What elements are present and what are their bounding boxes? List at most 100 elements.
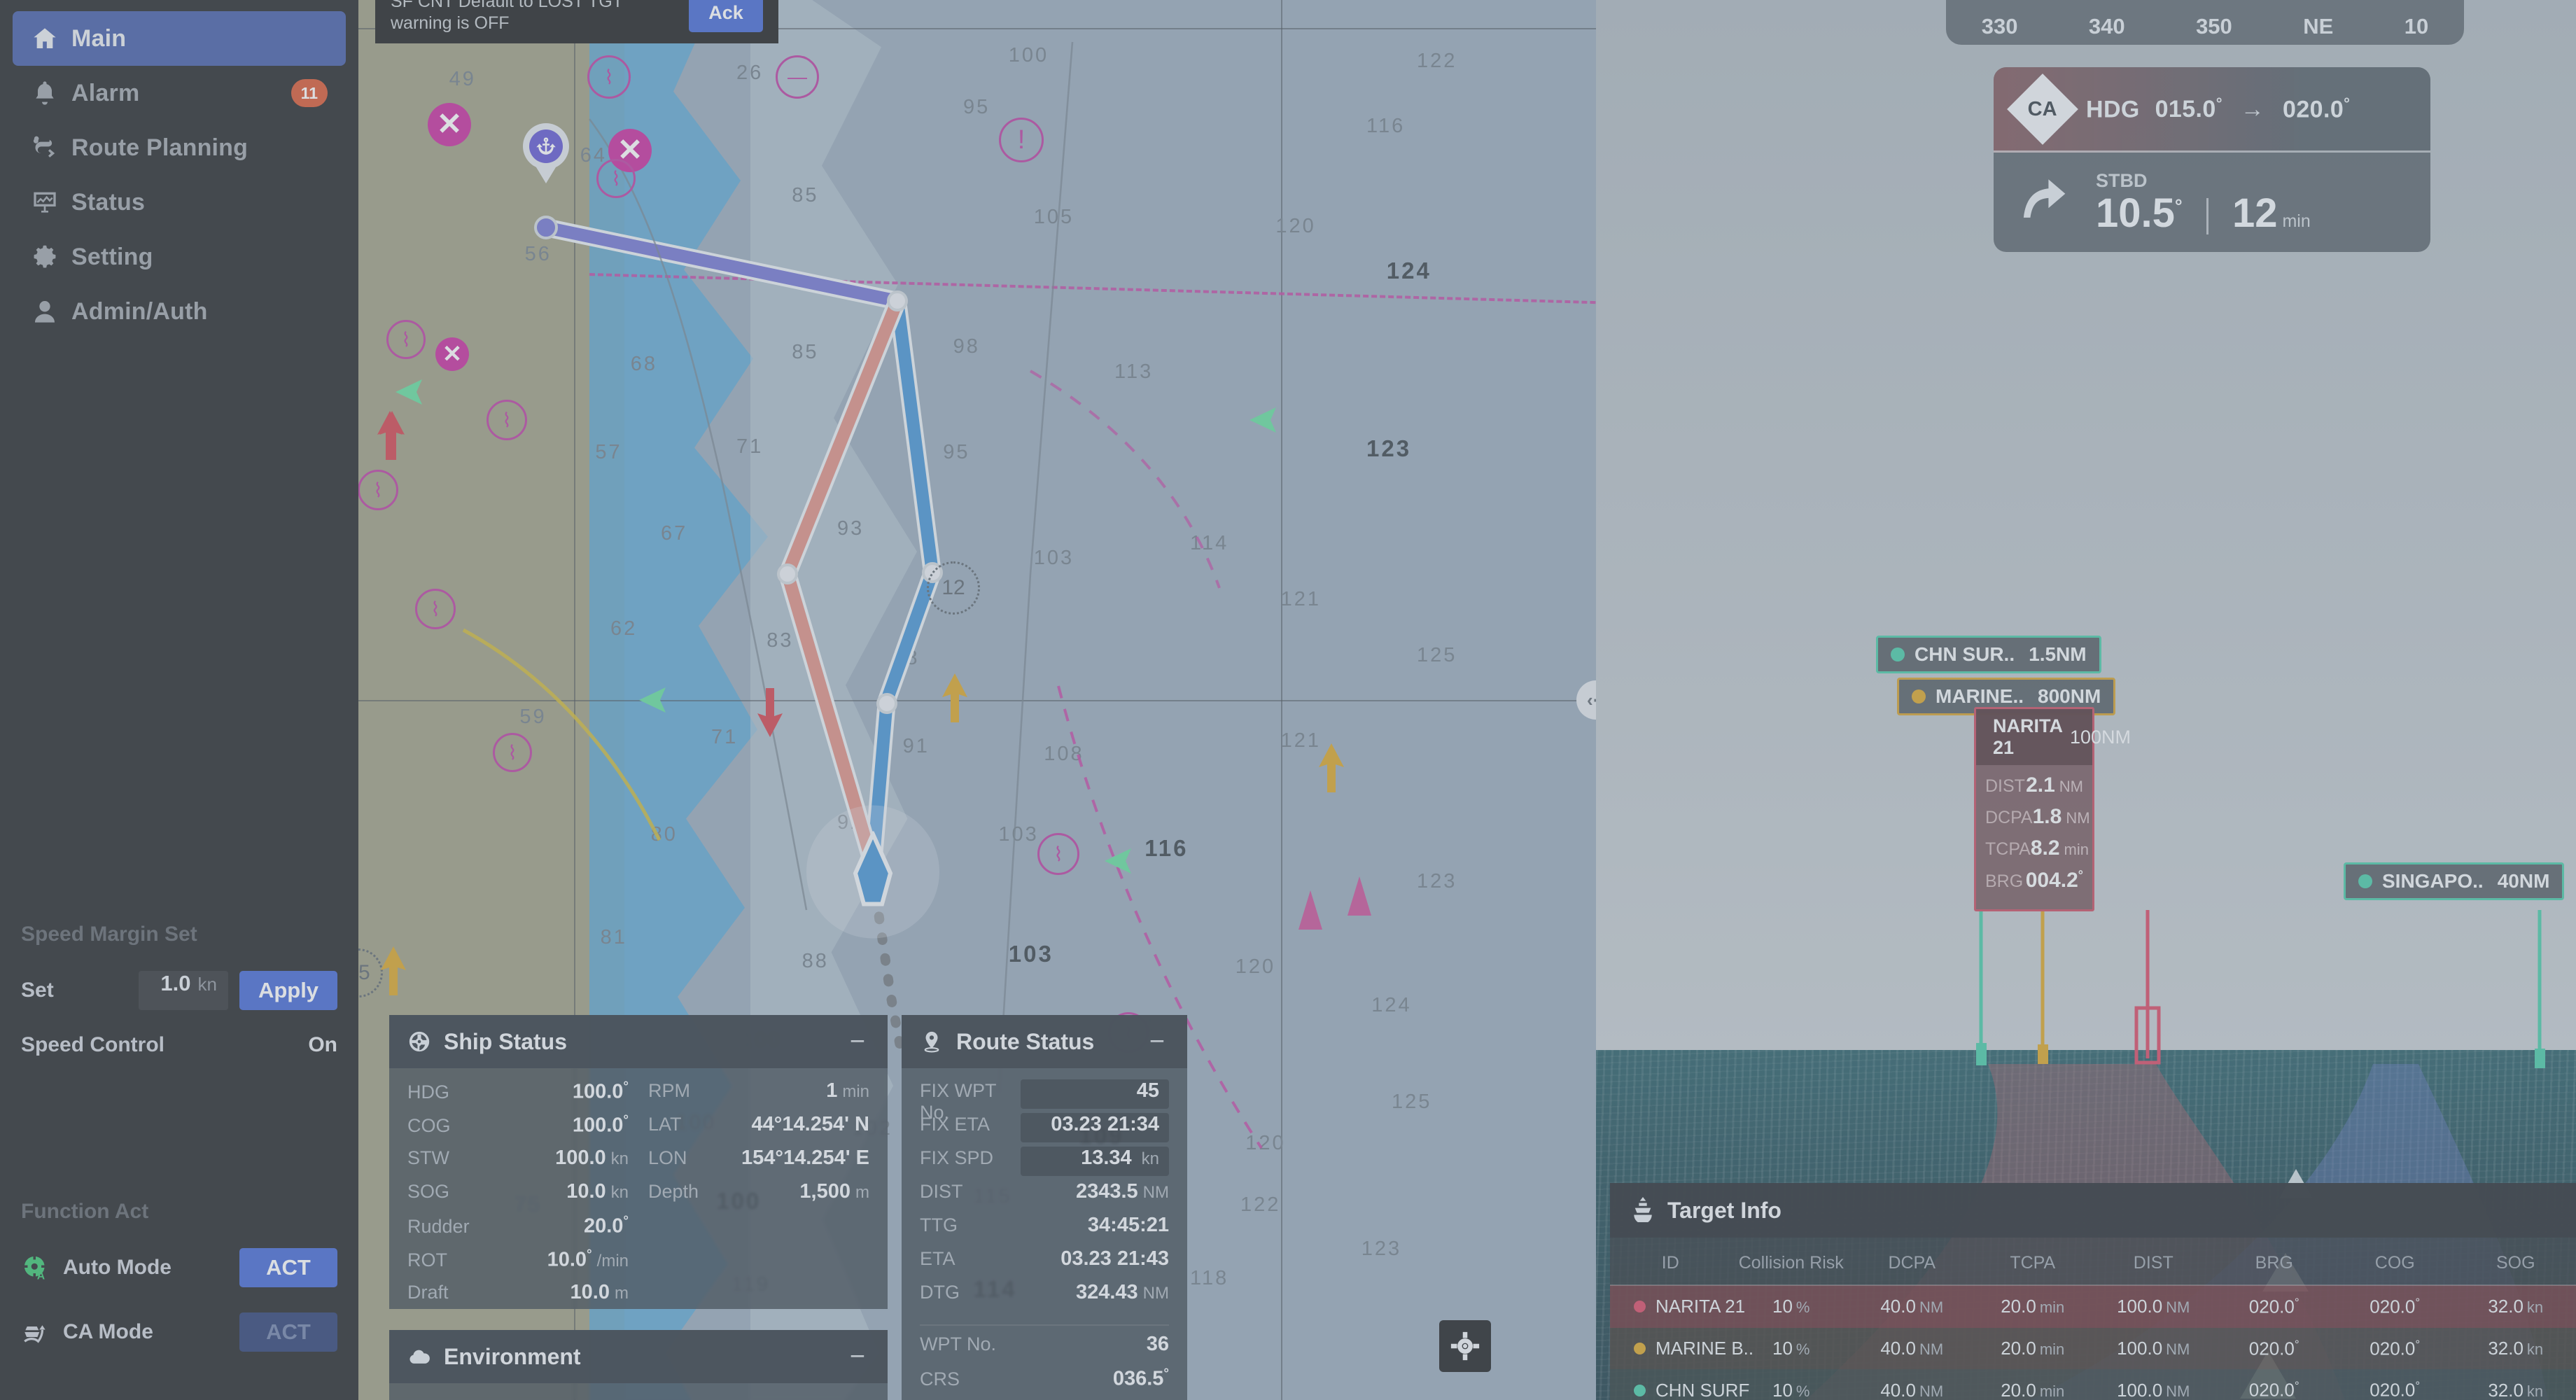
sidebar-item-label: Main [71, 25, 328, 52]
row-value: 8.2 [2031, 836, 2060, 860]
camera-target-chip[interactable]: CHN SUR.. 1.5NM [1876, 636, 2101, 673]
environment-panel[interactable]: Environment − [389, 1330, 888, 1400]
row-value: 36 [1147, 1333, 1169, 1356]
function-act-rows[interactable]: A Auto Mode ACT CA Mode ACT [21, 1246, 337, 1354]
cell-sog: 32.0 kn [2456, 1328, 2576, 1370]
speed-margin-input[interactable]: 1.0 kn [139, 971, 228, 1010]
waypoint-marker-origin[interactable] [534, 216, 558, 239]
heading-compass-strip[interactable]: 330 340 350 NE 10 [1946, 0, 2464, 45]
cell-dist: 100.0 NM [2093, 1369, 2214, 1400]
environment-header[interactable]: Environment − [389, 1330, 888, 1383]
ais-target-green-4[interactable] [1247, 403, 1279, 437]
row-value-box[interactable]: 45 [1021, 1079, 1169, 1109]
row-value-box[interactable]: 03.23 21:34 [1021, 1113, 1169, 1142]
row-value-box[interactable]: 13.34 kn [1021, 1147, 1169, 1176]
sidebar-item-route-planning[interactable]: Route Planning [13, 120, 346, 175]
row-value: 1,500 [799, 1180, 850, 1203]
waypoint-marker[interactable] [876, 693, 897, 714]
panel-title: Ship Status [444, 1029, 833, 1055]
ais-target-green-3[interactable] [636, 683, 668, 717]
own-ship-symbol[interactable] [848, 832, 897, 912]
minimize-button[interactable]: − [1145, 1028, 1169, 1055]
target-info-table[interactable]: ID Collision Risk DCPA TCPA DIST BRG COG SOG NA… [1610, 1238, 2576, 1400]
function-act-button[interactable]: ACT [239, 1248, 337, 1287]
row-key: CRS [920, 1368, 1113, 1390]
user-icon [31, 298, 71, 326]
minimize-button[interactable]: − [846, 1343, 869, 1370]
arrow-right-icon: → [2241, 96, 2264, 122]
status-input-row[interactable]: FIX SPD 13.34 kn [920, 1147, 1169, 1180]
route-status-header[interactable]: Route Status − [902, 1015, 1187, 1068]
cell-unit: % [1796, 1340, 1810, 1358]
cell-unit: kn [2527, 1382, 2543, 1400]
target-info-panel[interactable]: Target Info ID Collision Risk DCPA TCPA DIST… [1610, 1183, 2576, 1400]
ais-target-green[interactable] [393, 375, 425, 409]
status-row: ROT 10.0°/min [407, 1247, 629, 1281]
sidebar-nav-list[interactable]: Main Alarm 11 Route Planning Status Setting Ad… [0, 0, 358, 339]
home-icon [31, 24, 71, 52]
ais-target-arrow[interactable] [755, 684, 785, 737]
speed-control-row[interactable]: Speed Control On [21, 1023, 337, 1067]
target-distance: 100NM [2070, 727, 2131, 748]
row-value: 100.0 [555, 1147, 606, 1170]
ship-status-panel[interactable]: Ship Status − HDG 100.0° COG 100.0° STW 100.0… [389, 1015, 888, 1309]
cell-unit: NM [2166, 1340, 2190, 1358]
status-row: RPM 1 min [648, 1079, 869, 1113]
status-input-row[interactable]: FIX WPT No. 45 [920, 1079, 1169, 1113]
anchor-waypoint-pin[interactable] [523, 123, 569, 183]
left-navigation-sidebar[interactable]: Main Alarm 11 Route Planning Status Setting Ad… [0, 0, 358, 1400]
degree-symbol: ° [623, 1214, 629, 1228]
route-next-wpt-rows: WPT No. 36 CRS 036.5° [920, 1333, 1169, 1400]
function-act-section: Function Act A Auto Mode ACT CA Mode ACT [0, 1200, 358, 1375]
acknowledge-button[interactable]: Ack [689, 0, 763, 32]
row-key: ROT [407, 1250, 547, 1271]
status-input-row[interactable]: FIX ETA 03.23 21:34 [920, 1113, 1169, 1147]
ais-target-amber-6[interactable] [378, 953, 409, 1007]
anchor-icon [536, 136, 556, 157]
table-body[interactable]: NARITA 21 10% 40.0 NM 20.0 min 100.0 NM 020.0° 02… [1610, 1285, 2576, 1400]
ais-target-magenta[interactable] [1298, 890, 1322, 930]
route-status-panel[interactable]: Route Status − FIX WPT No. 45 FIX ETA 03.23… [902, 1015, 1187, 1400]
turn-values: 10.5° 12 min [2096, 193, 2311, 234]
cell-unit: % [1796, 1298, 1810, 1316]
cell-tcpa: 20.0 min [1973, 1328, 2094, 1370]
sidebar-item-status[interactable]: Status [13, 175, 346, 230]
function-act-button[interactable]: ACT [239, 1312, 337, 1352]
cell-dist: 100.0 NM [2093, 1285, 2214, 1328]
row-key: FIX SPD [920, 1147, 1021, 1169]
center-on-ship-button[interactable] [1439, 1320, 1491, 1372]
compass-tick: 350 [2196, 14, 2232, 39]
ais-target-arrow-amber-5[interactable] [1316, 743, 1347, 797]
row-key: LON [648, 1147, 741, 1169]
sidebar-item-alarm[interactable]: Alarm 11 [13, 66, 346, 120]
cell-unit: NM [1919, 1382, 1943, 1400]
table-row[interactable]: NARITA 21 10% 40.0 NM 20.0 min 100.0 NM 020.0° 02… [1610, 1285, 2576, 1328]
row-value: 34:45:21 [1088, 1214, 1169, 1237]
sidebar-item-setting[interactable]: Setting [13, 230, 346, 284]
waypoint-marker[interactable] [777, 564, 798, 584]
sidebar-item-admin-auth[interactable]: Admin/Auth [13, 284, 346, 339]
cell-id: NARITA 21 [1610, 1285, 1731, 1328]
ca-badge-label: CA [2028, 97, 2057, 120]
apply-button[interactable]: Apply [239, 971, 337, 1010]
table-row[interactable]: CHN SURF 10% 40.0 NM 20.0 min 100.0 NM 020.0° 020… [1610, 1369, 2576, 1400]
ais-target-arrow-amber-3[interactable] [939, 673, 970, 727]
ship-status-header[interactable]: Ship Status − [389, 1015, 888, 1068]
vessel-icon [1631, 1196, 1655, 1226]
target-status-dot [1634, 1385, 1646, 1396]
waypoint-marker[interactable] [887, 290, 908, 312]
collision-avoidance-card[interactable]: CA HDG 015.0° → 020.0° STBD 10.5° 12 min [1994, 67, 2430, 252]
target-detail-card-narita[interactable]: NARITA 21 100NM DIST 2.1 NM DCPA 1.8 NM TCPA 8.… [1974, 707, 2094, 911]
speed-margin-value: 1.0 [160, 971, 190, 996]
row-key: DIST [920, 1181, 1076, 1203]
alert-toast[interactable]: SF CNT Default to LOST TGT warning is OF… [375, 0, 778, 43]
degree-symbol: ° [2344, 94, 2350, 112]
cloud-icon [407, 1345, 431, 1368]
chart-navaid-icon: ⌇ [587, 55, 631, 99]
sidebar-item-main[interactable]: Main [13, 11, 346, 66]
camera-target-chip[interactable]: SINGAPO.. 40NM [2344, 862, 2564, 900]
ais-target-green-2[interactable] [1102, 844, 1134, 878]
minimize-button[interactable]: − [846, 1028, 869, 1055]
ais-target-magenta-2[interactable] [1348, 876, 1371, 916]
table-row[interactable]: MARINE B.. 10% 40.0 NM 20.0 min 100.0 NM 020.0° 0… [1610, 1328, 2576, 1370]
